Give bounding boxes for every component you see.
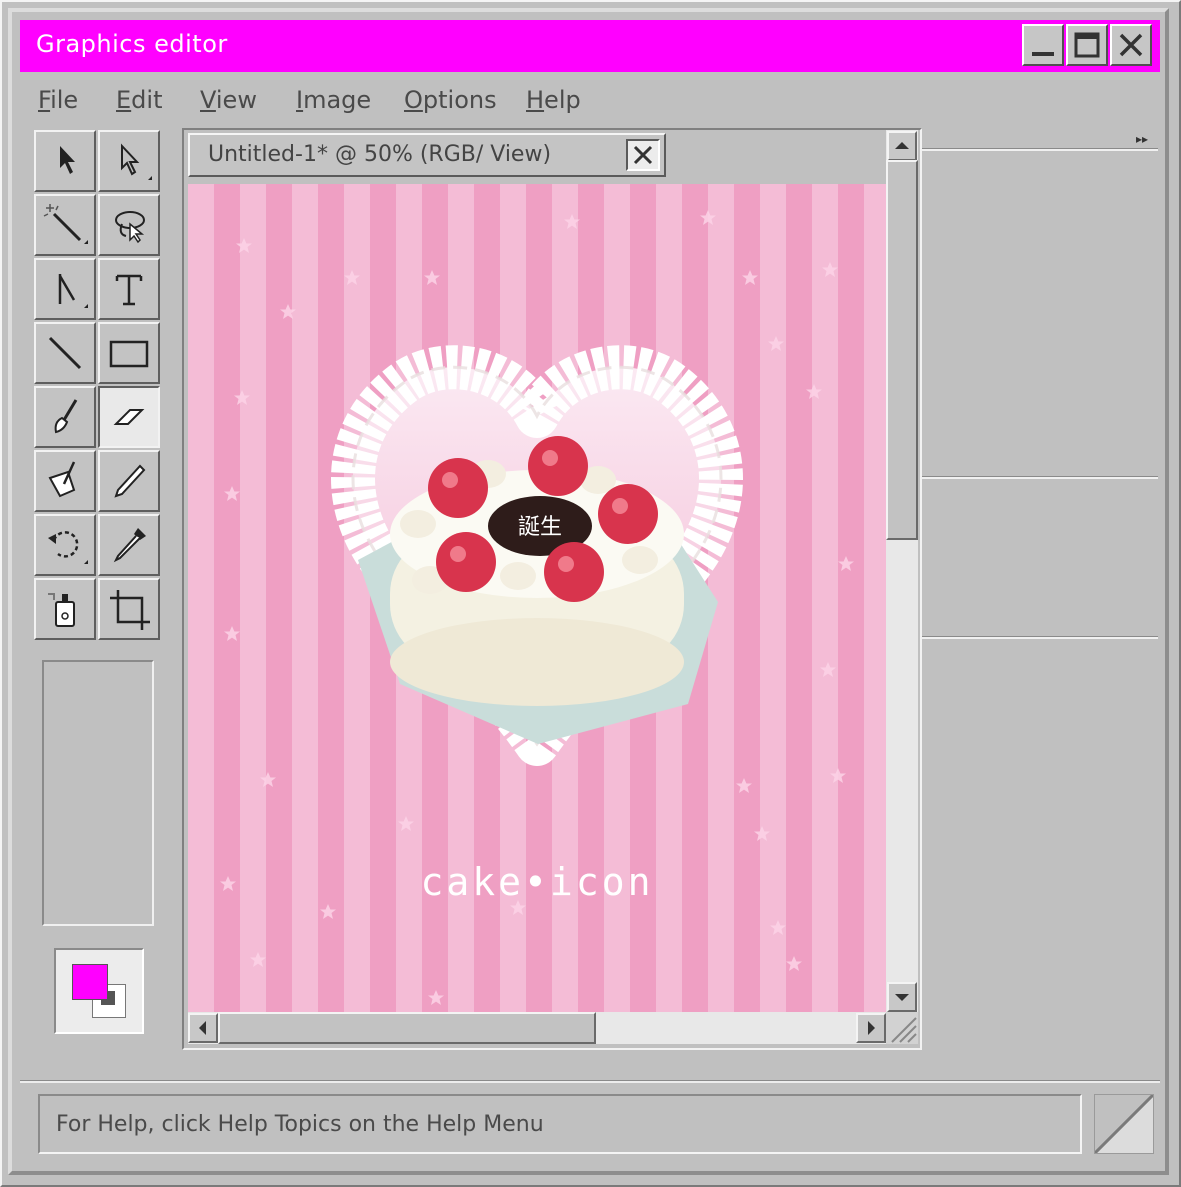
eyedropper-icon <box>113 528 146 563</box>
tool-pencil[interactable] <box>98 450 160 512</box>
document-tab-title: Untitled-1* @ 50% (RGB/ View) <box>208 142 552 167</box>
line-tool-icon <box>48 336 82 370</box>
menu-help[interactable]: Help <box>526 86 581 114</box>
cake-topper-text: 誕生 <box>518 515 562 540</box>
title-bar[interactable]: Graphics editor <box>20 20 1160 72</box>
status-text: For Help, click Help Topics on the Help … <box>56 1112 544 1137</box>
menu-bar: File Edit View Image Options Help <box>20 76 1160 124</box>
arrow-left-icon <box>199 1021 206 1035</box>
spray-can-icon <box>48 593 75 627</box>
eraser-icon <box>113 409 145 425</box>
magic-wand-icon <box>43 204 88 244</box>
arrow-up-icon <box>895 142 909 149</box>
arrow-down-icon <box>895 994 909 1001</box>
minimize-button[interactable] <box>1022 24 1064 66</box>
document-close-button[interactable] <box>626 139 660 171</box>
color-selector[interactable] <box>54 948 144 1034</box>
panel-divider <box>922 148 1158 151</box>
tool-rotate[interactable] <box>34 514 96 576</box>
status-separator <box>20 1080 1160 1083</box>
status-bar: For Help, click Help Topics on the Help … <box>38 1094 1082 1154</box>
toolbox <box>34 130 164 640</box>
menu-image[interactable]: Image <box>296 86 371 114</box>
selection-arrow-icon <box>60 146 75 174</box>
tool-direct-selection[interactable] <box>98 130 160 192</box>
direct-selection-icon <box>121 143 152 180</box>
arrow-right-icon <box>868 1021 875 1035</box>
maximize-icon <box>1074 32 1100 58</box>
tool-brush[interactable] <box>34 386 96 448</box>
tool-magic-wand[interactable] <box>34 194 96 256</box>
brush-icon <box>54 399 78 434</box>
scroll-right-button[interactable] <box>856 1013 886 1043</box>
scroll-down-button[interactable] <box>887 982 917 1012</box>
side-panel: ▸▸ <box>922 128 1158 1050</box>
tool-rectangle[interactable] <box>98 322 160 384</box>
tool-eraser[interactable] <box>98 386 160 448</box>
resize-grip-icon <box>891 1017 917 1043</box>
menu-edit[interactable]: Edit <box>116 86 162 114</box>
foreground-color-swatch[interactable] <box>72 964 108 1000</box>
crop-icon <box>110 590 150 630</box>
scroll-corner-grip[interactable] <box>886 1012 918 1044</box>
text-tool-icon <box>115 274 143 306</box>
document-tab[interactable]: Untitled-1* @ 50% (RGB/ View) <box>188 133 666 177</box>
minimize-icon <box>1032 52 1054 56</box>
maximize-button[interactable] <box>1066 24 1108 66</box>
resize-corner-icon <box>1094 1094 1154 1154</box>
window-title: Graphics editor <box>36 30 228 58</box>
menu-options[interactable]: Options <box>404 86 497 114</box>
horizontal-scroll-thumb[interactable] <box>218 1012 596 1044</box>
tool-pen[interactable] <box>34 258 96 320</box>
tool-spray[interactable] <box>34 578 96 640</box>
rotate-icon <box>48 531 88 564</box>
tool-fill[interactable] <box>34 450 96 512</box>
tool-line[interactable] <box>34 322 96 384</box>
vertical-scroll-thumb[interactable] <box>886 160 918 540</box>
canvas-caption: cake•icon <box>420 860 654 904</box>
tool-crop[interactable] <box>98 578 160 640</box>
close-icon <box>633 145 653 165</box>
window-resize-grip[interactable] <box>1094 1094 1154 1154</box>
menu-file[interactable]: File <box>38 86 78 114</box>
panel-divider <box>922 476 1158 479</box>
tool-selection[interactable] <box>34 130 96 192</box>
image-canvas[interactable]: 誕生 cake•icon <box>188 184 886 1012</box>
panel-collapse-icon[interactable]: ▸▸ <box>1136 132 1148 146</box>
close-button[interactable] <box>1110 24 1152 66</box>
scroll-up-button[interactable] <box>887 131 917 161</box>
tool-options-panel <box>42 660 154 926</box>
lasso-icon <box>115 211 145 244</box>
menu-view[interactable]: View <box>200 86 257 114</box>
fill-bucket-icon <box>48 461 76 498</box>
scroll-left-button[interactable] <box>188 1013 218 1043</box>
tool-lasso[interactable] <box>98 194 160 256</box>
pen-icon <box>58 274 88 308</box>
close-icon <box>1119 33 1143 57</box>
pencil-icon <box>114 464 146 498</box>
panel-divider <box>922 636 1158 639</box>
tool-text[interactable] <box>98 258 160 320</box>
rectangle-tool-icon <box>109 340 149 368</box>
tool-eyedropper[interactable] <box>98 514 160 576</box>
